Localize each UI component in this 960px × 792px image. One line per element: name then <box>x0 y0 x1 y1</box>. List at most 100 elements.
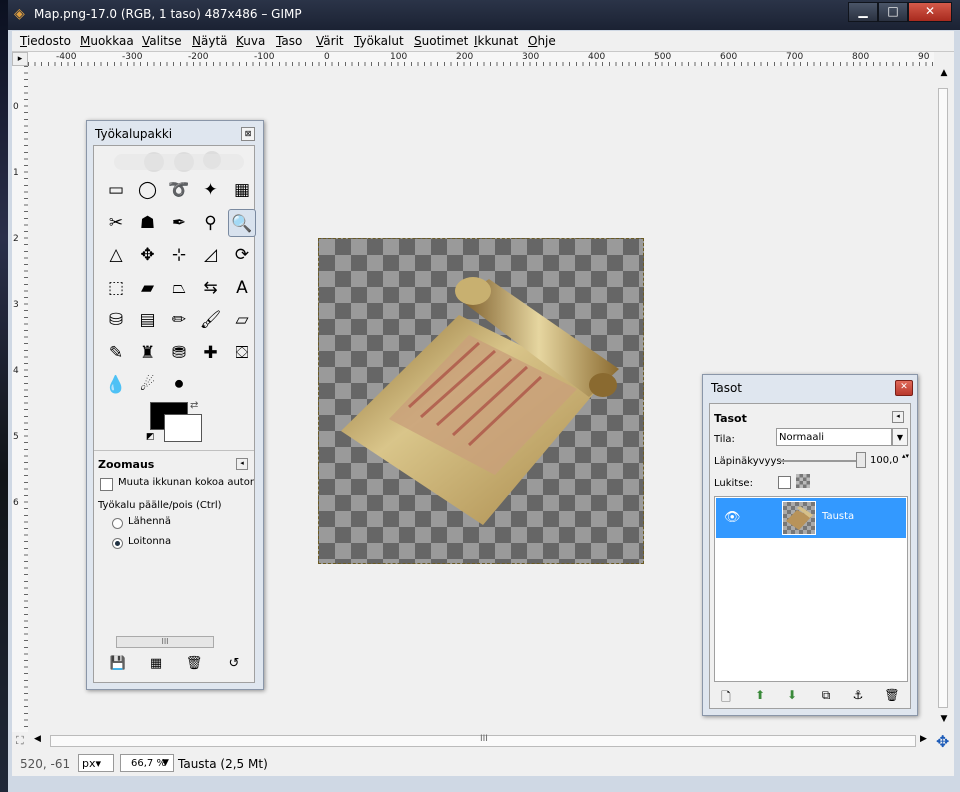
vertical-scroll-track[interactable] <box>938 88 948 708</box>
opacity-value[interactable]: 100,0 <box>870 455 899 466</box>
menu-kuva[interactable]: Kuva <box>236 34 265 48</box>
lock-pixels-checkbox[interactable] <box>778 476 791 489</box>
layers-menu-button[interactable]: ◂ <box>892 411 904 423</box>
maximize-button[interactable]: □ <box>878 2 908 22</box>
free-select-icon[interactable]: ➰ <box>165 176 193 204</box>
scale-icon[interactable]: ⬚ <box>102 274 130 302</box>
menu-ikkunat[interactable]: Ikkunat <box>474 34 518 48</box>
opacity-slider-handle[interactable] <box>856 452 866 468</box>
background-color-swatch[interactable] <box>164 414 202 442</box>
toolbox-close-button[interactable]: ⊠ <box>241 127 255 141</box>
rotate-icon[interactable]: ⟳ <box>228 241 256 269</box>
scroll-down-arrow[interactable]: ▼ <box>934 714 954 730</box>
menu-taso[interactable]: Taso <box>276 34 302 48</box>
opacity-slider[interactable] <box>780 460 860 462</box>
raise-layer-icon[interactable]: ⬆ <box>750 688 770 706</box>
color-select-icon[interactable]: ▦ <box>228 176 256 204</box>
ruler-label: -200 <box>188 52 209 62</box>
ink-icon[interactable]: ♜ <box>134 339 162 367</box>
move-icon[interactable]: ✥ <box>134 241 162 269</box>
mode-select[interactable]: Normaali <box>776 428 892 446</box>
auto-resize-checkbox[interactable] <box>100 478 113 491</box>
menu-tyokalut[interactable]: Työkalut <box>354 34 404 48</box>
minimize-button[interactable]: ▁ <box>848 2 878 22</box>
layer-name[interactable]: Tausta <box>822 511 854 522</box>
close-button[interactable]: ✕ <box>908 2 952 22</box>
shear-icon[interactable]: ▰ <box>134 274 162 302</box>
delete-layer-icon[interactable]: 🗑 <box>882 688 902 706</box>
anchor-layer-icon[interactable]: ⚓ <box>848 688 868 706</box>
layer-row[interactable]: 👁 Tausta <box>716 498 906 538</box>
dodge-burn-icon[interactable]: ⚫ <box>165 371 193 399</box>
menu-valitse[interactable]: Valitse <box>142 34 182 48</box>
rect-select-icon[interactable]: ▭ <box>102 176 130 204</box>
menu-muokkaa[interactable]: Muokkaa <box>80 34 134 48</box>
measure-icon[interactable]: △ <box>102 241 130 269</box>
bucket-fill-icon[interactable]: ⛁ <box>102 306 130 334</box>
perspective-clone-icon[interactable]: ⛋ <box>228 339 256 367</box>
zoom-in-radio[interactable] <box>112 518 123 529</box>
visibility-eye-icon[interactable]: 👁 <box>724 510 741 525</box>
lock-alpha-icon[interactable] <box>796 474 810 488</box>
text-icon[interactable]: A <box>228 274 256 302</box>
menu-arrow-button[interactable]: ▸ <box>12 52 28 66</box>
delete-options-icon[interactable]: 🗑 <box>184 656 204 674</box>
color-picker-icon[interactable]: ⚲ <box>197 209 225 237</box>
new-layer-icon[interactable]: 🗋 <box>716 688 736 706</box>
vertical-ruler[interactable]: 0 1 2 3 4 5 6 <box>12 66 29 732</box>
ruler-label: 90 <box>918 52 930 62</box>
menu-tiedosto[interactable]: Tiedosto <box>20 34 71 48</box>
horizontal-ruler[interactable]: -400 -300 -200 -100 0 100 200 300 400 50… <box>28 52 934 67</box>
options-scroll-thumb[interactable]: III <box>116 636 214 648</box>
menu-varit[interactable]: Värit <box>316 34 344 48</box>
smudge-icon[interactable]: ☄ <box>134 371 162 399</box>
quick-mask-toggle-icon[interactable]: ⛶ <box>16 734 24 748</box>
layers-close-button[interactable]: ✕ <box>895 380 913 396</box>
reset-colors-icon[interactable]: ◩ <box>146 432 155 442</box>
scissors-icon[interactable]: ✂ <box>102 209 130 237</box>
scroll-up-arrow[interactable]: ▲ <box>934 68 954 84</box>
chevron-down-icon[interactable]: ▼ <box>162 754 174 772</box>
toolbox-panel: ⇄ ◩ Zoomaus ◂ Muuta ikkunan kokoa automa… <box>93 145 256 683</box>
scroll-grip[interactable]: III <box>480 734 488 744</box>
swap-colors-icon[interactable]: ⇄ <box>190 400 198 411</box>
paintbrush-icon[interactable]: 🖌 <box>197 306 225 334</box>
heal-icon[interactable]: ✚ <box>197 339 225 367</box>
foreground-select-icon[interactable]: ☗ <box>134 209 162 237</box>
tool-options-menu-button[interactable]: ◂ <box>236 458 248 470</box>
flip-icon[interactable]: ⇆ <box>197 274 225 302</box>
scroll-right-arrow[interactable]: ▶ <box>920 734 927 744</box>
restore-options-icon[interactable]: ▦ <box>146 656 166 674</box>
reset-options-icon[interactable]: ↺ <box>224 656 244 674</box>
perspective-icon[interactable]: ⏢ <box>165 274 193 302</box>
airbrush-icon[interactable]: ✎ <box>102 339 130 367</box>
ruler-label: 0 <box>324 52 330 62</box>
ruler-label: 0 <box>13 102 19 112</box>
menu-nayta[interactable]: Näytä <box>192 34 228 48</box>
eraser-icon[interactable]: ▱ <box>228 306 256 334</box>
clone-icon[interactable]: ⛃ <box>165 339 193 367</box>
blur-icon[interactable]: 💧 <box>102 371 130 399</box>
scroll-left-arrow[interactable]: ◀ <box>34 734 41 744</box>
align-icon[interactable]: ⊹ <box>165 241 193 269</box>
image-canvas[interactable] <box>318 238 644 564</box>
zoom-icon[interactable]: 🔍 <box>228 208 256 237</box>
menu-suotimet[interactable]: Suotimet <box>414 34 468 48</box>
navigate-icon[interactable]: ✥ <box>936 732 949 751</box>
pointer-coordinates: 520, -61 <box>20 757 71 771</box>
lower-layer-icon[interactable]: ⬇ <box>782 688 802 706</box>
chevron-down-icon[interactable]: ▼ <box>892 428 908 446</box>
fuzzy-select-icon[interactable]: ✦ <box>197 176 225 204</box>
crop-icon[interactable]: ◿ <box>197 241 225 269</box>
save-options-icon[interactable]: 💾 <box>108 656 128 674</box>
unit-select[interactable]: px▾ <box>78 754 114 772</box>
zoom-out-radio[interactable] <box>112 538 123 549</box>
blend-icon[interactable]: ▤ <box>134 306 162 334</box>
duplicate-layer-icon[interactable]: ⧉ <box>816 688 836 706</box>
opacity-spinner[interactable]: ▴▾ <box>902 452 909 460</box>
pencil-icon[interactable]: ✏ <box>165 306 193 334</box>
paths-icon[interactable]: ✒ <box>165 209 193 237</box>
menu-ohje[interactable]: Ohje <box>528 34 556 48</box>
title-bar[interactable]: ◈ Map.png-17.0 (RGB, 1 taso) 487x486 – G… <box>8 0 960 30</box>
ellipse-select-icon[interactable]: ◯ <box>134 176 162 204</box>
